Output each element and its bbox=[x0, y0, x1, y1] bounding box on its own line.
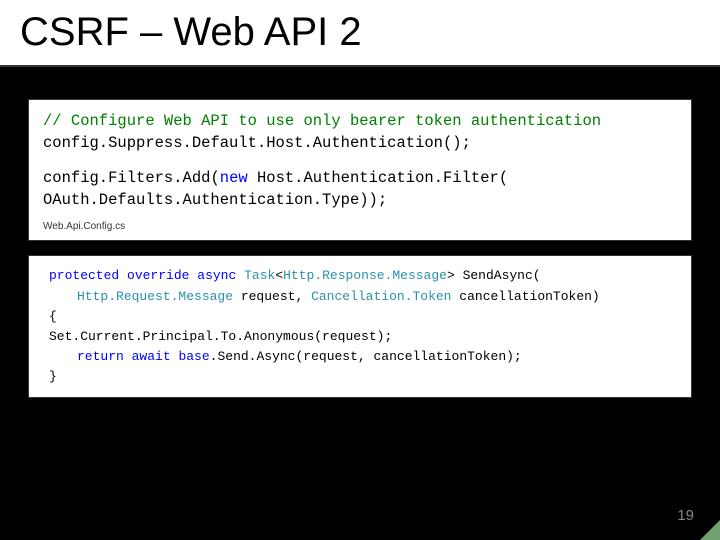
code1-line3b: Filters. bbox=[108, 169, 182, 187]
type-task: Task bbox=[244, 268, 275, 283]
kw-base: base bbox=[178, 349, 209, 364]
param-request: request bbox=[233, 289, 295, 304]
kw-protected: protected bbox=[49, 268, 119, 283]
type-cancellation: Cancellation.Token bbox=[311, 289, 451, 304]
code1-line4a: OAuth.Defaults. bbox=[43, 191, 183, 209]
code1-line4b: Authentication.Type)); bbox=[183, 191, 388, 209]
code1-new-keyword: new bbox=[220, 169, 248, 187]
code-block-2: protected override async Task<Http.Respo… bbox=[28, 255, 692, 398]
brace-open: { bbox=[49, 309, 57, 324]
code1-comment: // Configure Web API to use only bearer … bbox=[43, 112, 601, 130]
gt: > bbox=[447, 268, 455, 283]
brace-close: } bbox=[49, 369, 57, 384]
code1-line2b: Suppress.Default.Host.Authentication(); bbox=[108, 134, 471, 152]
content-area: // Configure Web API to use only bearer … bbox=[0, 67, 720, 398]
param-cancellation: cancellationToken) bbox=[452, 289, 600, 304]
code1-line3a: config. bbox=[43, 169, 108, 187]
kw-return: return bbox=[49, 349, 124, 364]
type-response: Http.Response.Message bbox=[283, 268, 447, 283]
kw-await: await bbox=[132, 349, 171, 364]
lt: < bbox=[275, 268, 283, 283]
method-name: SendAsync( bbox=[455, 268, 541, 283]
code-block-1: // Configure Web API to use only bearer … bbox=[28, 99, 692, 241]
title-area: CSRF – Web API 2 bbox=[0, 0, 720, 67]
comma: , bbox=[295, 289, 311, 304]
body-line1: Set.Current.Principal.To.Anonymous(reque… bbox=[49, 329, 392, 344]
page-number: 19 bbox=[677, 507, 694, 524]
kw-override: override bbox=[127, 268, 189, 283]
kw-async: async bbox=[197, 268, 236, 283]
blank-line bbox=[43, 155, 677, 167]
code1-line2a: config. bbox=[43, 134, 108, 152]
corner-accent bbox=[700, 520, 720, 540]
slide-title: CSRF – Web API 2 bbox=[20, 10, 700, 55]
body-line2-rest: .Send.Async(request, cancellationToken); bbox=[210, 349, 522, 364]
code1-line3c: Add( bbox=[183, 169, 220, 187]
code1-line3d: Host.Authentication.Filter( bbox=[248, 169, 508, 187]
type-request: Http.Request.Message bbox=[77, 289, 233, 304]
slide: CSRF – Web API 2 // Configure Web API to… bbox=[0, 0, 720, 540]
code1-caption: Web.Api.Config.cs bbox=[43, 220, 677, 235]
